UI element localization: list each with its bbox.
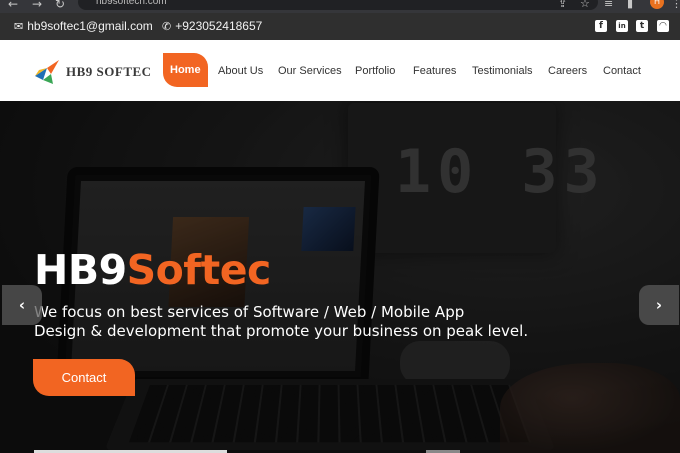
reload-icon[interactable]: ↻: [55, 0, 65, 11]
hero-subtitle-line-2: Design & development that promote your b…: [34, 322, 529, 340]
logo-text[interactable]: HB9 SOFTEC: [66, 64, 152, 80]
slider-prev-icon[interactable]: ‹: [2, 285, 42, 325]
site-header: HB9 SOFTEC Home About Us Our Services Po…: [0, 40, 680, 101]
nav-our-services[interactable]: Our Services: [278, 65, 342, 77]
browser-toolbar: ← → ↻ hb9softech.com ⇪ ☆ ≡ ▮ H ⋮: [0, 0, 680, 13]
hero-subtitle: We focus on best services of Software / …: [34, 303, 554, 341]
hero-title: HB9Softec: [34, 246, 271, 294]
side-panel-icon[interactable]: ▮: [627, 0, 633, 10]
nav-testimonials[interactable]: Testimonials: [472, 65, 533, 77]
nav-about-us[interactable]: About Us: [218, 65, 263, 77]
facebook-icon[interactable]: f: [595, 20, 607, 32]
forward-icon[interactable]: →: [32, 0, 42, 11]
nav-careers[interactable]: Careers: [548, 65, 587, 77]
share-icon[interactable]: ⇪: [558, 0, 567, 10]
profile-avatar[interactable]: H: [650, 0, 664, 9]
rss-icon[interactable]: ◠: [657, 20, 669, 32]
email-text: hb9softec1@gmail.com: [27, 19, 153, 33]
hero-slider: 10 33 HB9Softec We focus on best service…: [0, 101, 680, 453]
envelope-icon: ✉: [14, 19, 24, 33]
nav-features[interactable]: Features: [413, 65, 456, 77]
email-contact[interactable]: ✉ hb9softec1@gmail.com: [14, 19, 153, 33]
linkedin-icon[interactable]: in: [616, 20, 628, 32]
bookmark-star-icon[interactable]: ☆: [580, 0, 590, 10]
slider-next-icon[interactable]: ›: [639, 285, 679, 325]
phone-icon: ✆: [162, 19, 172, 33]
phone-contact[interactable]: ✆ +923052418657: [162, 19, 262, 33]
address-bar-url: hb9softech.com: [96, 0, 167, 7]
hero-subtitle-line-1: We focus on best services of Software / …: [34, 303, 465, 321]
back-icon[interactable]: ←: [8, 0, 18, 11]
phone-text: +923052418657: [175, 19, 263, 33]
browser-menu-icon[interactable]: ⋮: [671, 0, 680, 10]
nav-home[interactable]: Home: [163, 53, 208, 87]
logo-mark-icon[interactable]: [33, 56, 63, 86]
twitter-icon[interactable]: t: [636, 20, 648, 32]
nav-contact[interactable]: Contact: [603, 65, 641, 77]
contact-button[interactable]: Contact: [33, 359, 135, 396]
nav-portfolio[interactable]: Portfolio: [355, 65, 395, 77]
media-controls-icon[interactable]: ≡: [604, 0, 613, 10]
top-contact-bar: ✉ hb9softec1@gmail.com ✆ +923052418657 f…: [0, 13, 680, 40]
